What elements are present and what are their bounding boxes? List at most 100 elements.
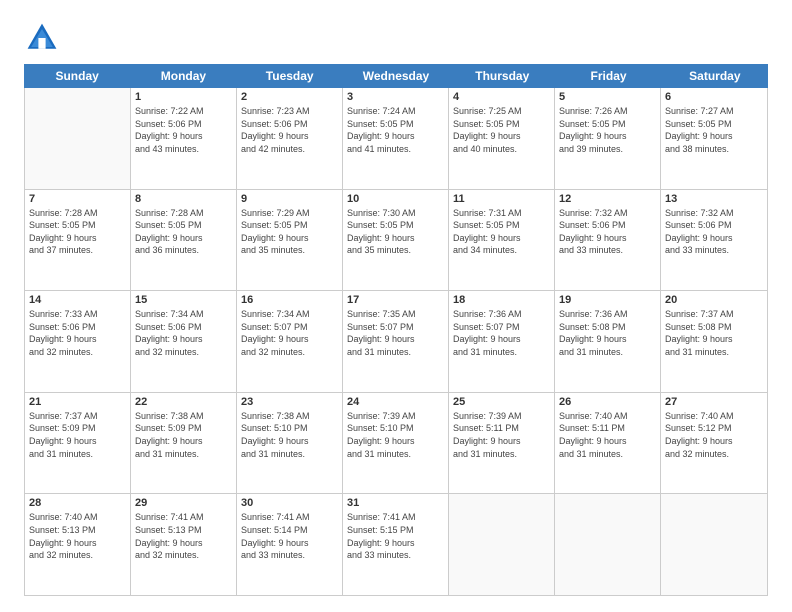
day-number: 15 <box>135 294 232 306</box>
day-info: Sunrise: 7:26 AM Sunset: 5:05 PM Dayligh… <box>559 105 656 155</box>
calendar-cell <box>661 494 767 595</box>
weekday-header: Tuesday <box>237 64 343 88</box>
calendar-cell: 3Sunrise: 7:24 AM Sunset: 5:05 PM Daylig… <box>343 88 449 189</box>
calendar-cell: 24Sunrise: 7:39 AM Sunset: 5:10 PM Dayli… <box>343 393 449 494</box>
day-info: Sunrise: 7:34 AM Sunset: 5:07 PM Dayligh… <box>241 308 338 358</box>
calendar-cell: 22 Sunrise: 7:38 AM Sunset: 5:09 PM Dayli… <box>131 393 237 494</box>
day-info: Sunrise: 7:29 AM Sunset: 5:05 PM Dayligh… <box>241 207 338 257</box>
calendar-cell: 28 Sunrise: 7:40 AM Sunset: 5:13 PM Dayli… <box>25 494 131 595</box>
day-info: Sunrise: 7:34 AM Sunset: 5:06 PM Dayligh… <box>135 308 232 358</box>
calendar-cell: 12 Sunrise: 7:32 AM Sunset: 5:06 PM Dayli… <box>555 190 661 291</box>
day-info: Sunrise: 7:28 AM Sunset: 5:05 PM Dayligh… <box>29 207 126 257</box>
weekday-header: Thursday <box>449 64 555 88</box>
calendar-week: 28 Sunrise: 7:40 AM Sunset: 5:13 PM Dayli… <box>25 494 767 595</box>
calendar-cell: 2 Sunrise: 7:23 AM Sunset: 5:06 PM Daylig… <box>237 88 343 189</box>
calendar-cell: 29 Sunrise: 7:41 AM Sunset: 5:13 PM Dayli… <box>131 494 237 595</box>
day-info: Sunrise: 7:36 AM Sunset: 5:07 PM Dayligh… <box>453 308 550 358</box>
day-number: 29 <box>135 497 232 509</box>
calendar-cell: 16 Sunrise: 7:34 AM Sunset: 5:07 PM Dayli… <box>237 291 343 392</box>
day-info: Sunrise: 7:40 AM Sunset: 5:13 PM Dayligh… <box>29 511 126 561</box>
day-number: 7 <box>29 193 126 205</box>
calendar-cell: 30 Sunrise: 7:41 AM Sunset: 5:14 PM Dayli… <box>237 494 343 595</box>
day-info: Sunrise: 7:39 AM Sunset: 5:11 PM Dayligh… <box>453 410 550 460</box>
day-info: Sunrise: 7:27 AM Sunset: 5:05 PM Dayligh… <box>665 105 763 155</box>
day-info: Sunrise: 7:30 AM Sunset: 5:05 PM Dayligh… <box>347 207 444 257</box>
calendar-cell: 5 Sunrise: 7:26 AM Sunset: 5:05 PM Daylig… <box>555 88 661 189</box>
weekday-header: Saturday <box>662 64 768 88</box>
logo <box>24 20 66 56</box>
day-info: Sunrise: 7:40 AM Sunset: 5:11 PM Dayligh… <box>559 410 656 460</box>
day-info: Sunrise: 7:31 AM Sunset: 5:05 PM Dayligh… <box>453 207 550 257</box>
day-info: Sunrise: 7:38 AM Sunset: 5:10 PM Dayligh… <box>241 410 338 460</box>
day-number: 16 <box>241 294 338 306</box>
day-number: 17 <box>347 294 444 306</box>
logo-icon <box>24 20 60 56</box>
weekday-header: Friday <box>555 64 661 88</box>
day-info: Sunrise: 7:24 AM Sunset: 5:05 PM Dayligh… <box>347 105 444 155</box>
calendar-cell: 17 Sunrise: 7:35 AM Sunset: 5:07 PM Dayli… <box>343 291 449 392</box>
day-info: Sunrise: 7:38 AM Sunset: 5:09 PM Dayligh… <box>135 410 232 460</box>
calendar-cell: 18 Sunrise: 7:36 AM Sunset: 5:07 PM Dayli… <box>449 291 555 392</box>
day-info: Sunrise: 7:37 AM Sunset: 5:09 PM Dayligh… <box>29 410 126 460</box>
calendar-cell: 20 Sunrise: 7:37 AM Sunset: 5:08 PM Dayli… <box>661 291 767 392</box>
day-info: Sunrise: 7:33 AM Sunset: 5:06 PM Dayligh… <box>29 308 126 358</box>
day-number: 23 <box>241 396 338 408</box>
day-info: Sunrise: 7:35 AM Sunset: 5:07 PM Dayligh… <box>347 308 444 358</box>
weekday-header: Wednesday <box>343 64 449 88</box>
weekday-header: Monday <box>130 64 236 88</box>
calendar: SundayMondayTuesdayWednesdayThursdayFrid… <box>24 64 768 596</box>
day-info: Sunrise: 7:37 AM Sunset: 5:08 PM Dayligh… <box>665 308 763 358</box>
day-number: 25 <box>453 396 550 408</box>
day-number: 30 <box>241 497 338 509</box>
day-number: 19 <box>559 294 656 306</box>
day-info: Sunrise: 7:22 AM Sunset: 5:06 PM Dayligh… <box>135 105 232 155</box>
day-number: 14 <box>29 294 126 306</box>
day-number: 6 <box>665 91 763 103</box>
calendar-header: SundayMondayTuesdayWednesdayThursdayFrid… <box>24 64 768 88</box>
day-number: 13 <box>665 193 763 205</box>
day-info: Sunrise: 7:25 AM Sunset: 5:05 PM Dayligh… <box>453 105 550 155</box>
day-number: 22 <box>135 396 232 408</box>
calendar-week: 14 Sunrise: 7:33 AM Sunset: 5:06 PM Dayli… <box>25 291 767 393</box>
day-info: Sunrise: 7:39 AM Sunset: 5:10 PM Dayligh… <box>347 410 444 460</box>
day-number: 21 <box>29 396 126 408</box>
day-number: 28 <box>29 497 126 509</box>
day-info: Sunrise: 7:32 AM Sunset: 5:06 PM Dayligh… <box>559 207 656 257</box>
day-number: 10 <box>347 193 444 205</box>
calendar-cell: 4 Sunrise: 7:25 AM Sunset: 5:05 PM Daylig… <box>449 88 555 189</box>
day-number: 18 <box>453 294 550 306</box>
day-number: 20 <box>665 294 763 306</box>
day-number: 4 <box>453 91 550 103</box>
header <box>24 20 768 56</box>
day-info: Sunrise: 7:28 AM Sunset: 5:05 PM Dayligh… <box>135 207 232 257</box>
day-info: Sunrise: 7:41 AM Sunset: 5:14 PM Dayligh… <box>241 511 338 561</box>
calendar-cell <box>25 88 131 189</box>
calendar-cell: 27 Sunrise: 7:40 AM Sunset: 5:12 PM Dayli… <box>661 393 767 494</box>
calendar-week: 1Sunrise: 7:22 AM Sunset: 5:06 PM Daylig… <box>25 88 767 190</box>
calendar-cell: 14 Sunrise: 7:33 AM Sunset: 5:06 PM Dayli… <box>25 291 131 392</box>
day-info: Sunrise: 7:41 AM Sunset: 5:13 PM Dayligh… <box>135 511 232 561</box>
day-number: 5 <box>559 91 656 103</box>
calendar-cell: 26 Sunrise: 7:40 AM Sunset: 5:11 PM Dayli… <box>555 393 661 494</box>
calendar-cell: 9 Sunrise: 7:29 AM Sunset: 5:05 PM Daylig… <box>237 190 343 291</box>
day-number: 26 <box>559 396 656 408</box>
day-number: 27 <box>665 396 763 408</box>
day-number: 31 <box>347 497 444 509</box>
calendar-cell: 13Sunrise: 7:32 AM Sunset: 5:06 PM Dayli… <box>661 190 767 291</box>
calendar-cell: 10 Sunrise: 7:30 AM Sunset: 5:05 PM Dayli… <box>343 190 449 291</box>
calendar-body: 1Sunrise: 7:22 AM Sunset: 5:06 PM Daylig… <box>24 88 768 596</box>
day-number: 9 <box>241 193 338 205</box>
calendar-week: 21 Sunrise: 7:37 AM Sunset: 5:09 PM Dayli… <box>25 393 767 495</box>
calendar-cell <box>555 494 661 595</box>
day-number: 8 <box>135 193 232 205</box>
day-info: Sunrise: 7:40 AM Sunset: 5:12 PM Dayligh… <box>665 410 763 460</box>
day-number: 12 <box>559 193 656 205</box>
calendar-cell: 11Sunrise: 7:31 AM Sunset: 5:05 PM Dayli… <box>449 190 555 291</box>
page: SundayMondayTuesdayWednesdayThursdayFrid… <box>0 0 792 612</box>
calendar-week: 7 Sunrise: 7:28 AM Sunset: 5:05 PM Daylig… <box>25 190 767 292</box>
day-info: Sunrise: 7:41 AM Sunset: 5:15 PM Dayligh… <box>347 511 444 561</box>
day-number: 2 <box>241 91 338 103</box>
weekday-header: Sunday <box>24 64 130 88</box>
calendar-cell: 1Sunrise: 7:22 AM Sunset: 5:06 PM Daylig… <box>131 88 237 189</box>
day-info: Sunrise: 7:23 AM Sunset: 5:06 PM Dayligh… <box>241 105 338 155</box>
